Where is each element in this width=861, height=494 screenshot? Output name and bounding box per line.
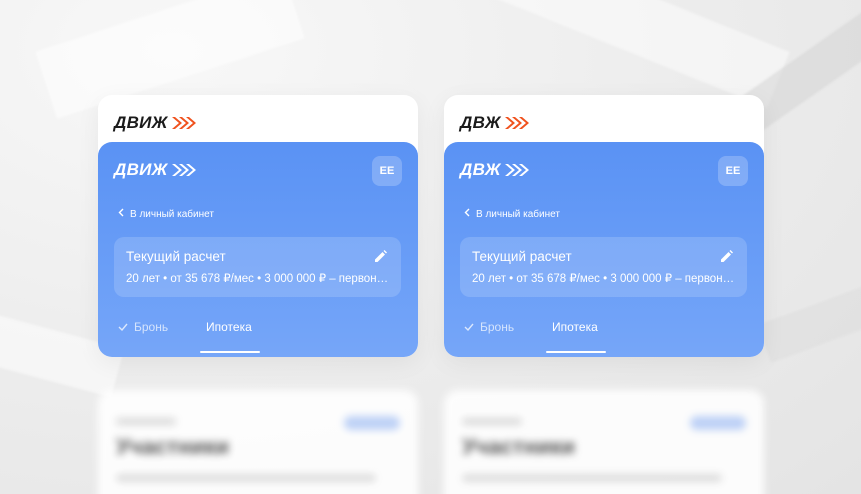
tab-mortgage-label: Ипотека xyxy=(552,320,598,334)
blurred-heading: Участники xyxy=(462,434,576,459)
chevron-left-icon xyxy=(464,208,470,220)
double-chevron-right-icon xyxy=(170,163,196,177)
tab-booking[interactable]: Бронь xyxy=(118,320,168,334)
brand-logo-text: ДВИЖ xyxy=(114,113,168,132)
active-tab-indicator xyxy=(546,351,606,353)
calc-summary: 20 лет • от 35 678 ₽/мес • 3 000 000 ₽ –… xyxy=(126,273,390,285)
tab-mortgage[interactable]: Ипотека xyxy=(552,320,598,334)
double-chevron-right-icon xyxy=(170,116,196,130)
brand-logo[interactable]: ДВЖ xyxy=(460,113,529,133)
check-icon xyxy=(118,320,128,334)
calc-summary: 20 лет • от 35 678 ₽/мес • 3 000 000 ₽ –… xyxy=(472,273,736,285)
mortgage-header-panel-right: ДВЖ ДВЖ ЕЕ В личный кабинет Текущий расч… xyxy=(444,95,764,357)
blurred-text-line xyxy=(462,474,722,482)
account-header: ДВИЖ ЕЕ В личный кабинет Текущий расчет … xyxy=(98,142,418,357)
brand-logo-text: ДВЖ xyxy=(460,113,501,132)
blurred-link xyxy=(690,416,746,430)
blurred-content-right: Участники xyxy=(444,390,764,494)
chevron-left-icon xyxy=(118,208,124,220)
active-tab-indicator xyxy=(200,351,260,353)
avatar[interactable]: ЕЕ xyxy=(372,156,402,186)
back-link-label: В личный кабинет xyxy=(130,208,214,220)
current-calculation-card[interactable]: Текущий расчет 20 лет • от 35 678 ₽/мес … xyxy=(460,237,747,297)
brand-logo-text: ДВИЖ xyxy=(114,160,168,179)
back-link-label: В личный кабинет xyxy=(476,208,560,220)
tab-mortgage[interactable]: Ипотека xyxy=(206,320,252,334)
back-to-account-link[interactable]: В личный кабинет xyxy=(118,208,214,220)
blurred-link xyxy=(344,416,400,430)
brand-logo-white[interactable]: ДВИЖ xyxy=(114,160,196,180)
account-header: ДВЖ ЕЕ В личный кабинет Текущий расчет 2… xyxy=(444,142,764,357)
double-chevron-right-icon xyxy=(503,116,529,130)
pencil-icon[interactable] xyxy=(374,250,387,268)
tabs: Бронь Ипотека xyxy=(118,320,398,357)
blurred-caption xyxy=(462,418,522,425)
current-calculation-card[interactable]: Текущий расчет 20 лет • от 35 678 ₽/мес … xyxy=(114,237,401,297)
background-shard xyxy=(757,277,861,363)
double-chevron-right-icon xyxy=(503,163,529,177)
avatar[interactable]: ЕЕ xyxy=(718,156,748,186)
brand-logo-white[interactable]: ДВЖ xyxy=(460,160,529,180)
background-shard xyxy=(470,0,790,108)
blurred-heading: Участники xyxy=(116,434,230,459)
brand-logo[interactable]: ДВИЖ xyxy=(114,113,196,133)
brand-logo-text: ДВЖ xyxy=(460,160,501,179)
mortgage-header-panel-left: ДВИЖ ДВИЖ ЕЕ В личный кабинет Текущий ра… xyxy=(98,95,418,357)
blurred-text-line xyxy=(116,474,376,482)
calc-title: Текущий расчет xyxy=(126,249,226,264)
tab-booking-label: Бронь xyxy=(480,320,515,334)
tab-booking[interactable]: Бронь xyxy=(464,320,514,334)
stage: ДВИЖ ДВИЖ ЕЕ В личный кабинет Текущий ра… xyxy=(0,0,861,494)
calc-title: Текущий расчет xyxy=(472,249,572,264)
blurred-content-left: Участники xyxy=(98,390,418,494)
pencil-icon[interactable] xyxy=(720,250,733,268)
tab-mortgage-label: Ипотека xyxy=(206,320,252,334)
back-to-account-link[interactable]: В личный кабинет xyxy=(464,208,560,220)
check-icon xyxy=(464,320,474,334)
blurred-caption xyxy=(116,418,176,425)
tab-booking-label: Бронь xyxy=(134,320,169,334)
tabs: Бронь Ипотека xyxy=(464,320,744,357)
